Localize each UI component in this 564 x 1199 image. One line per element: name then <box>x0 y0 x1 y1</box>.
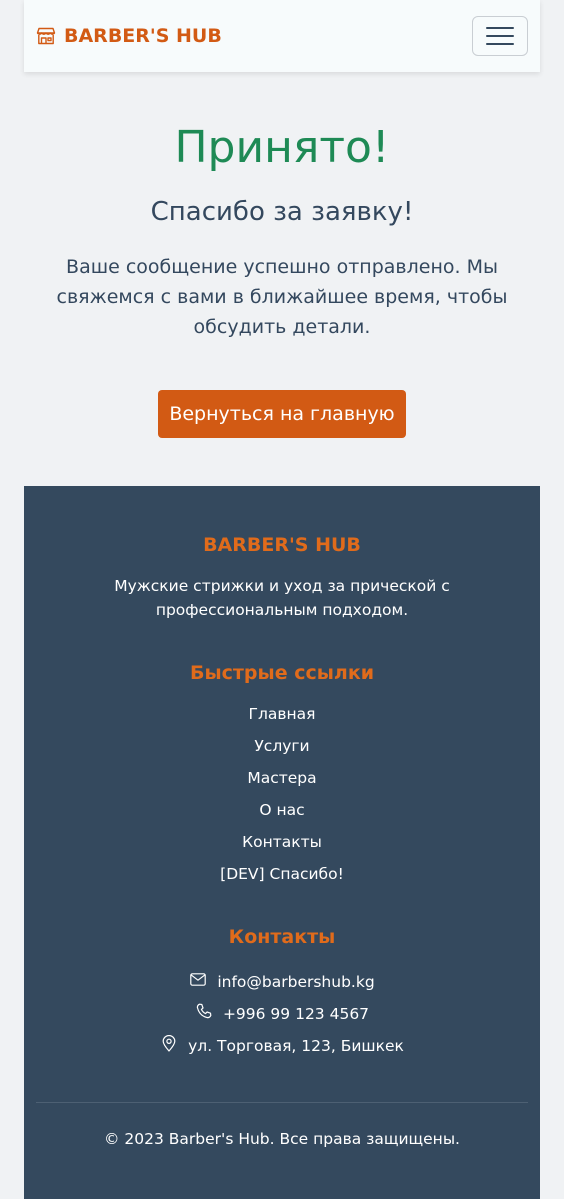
brand-name: BARBER'S HUB <box>64 25 222 47</box>
thanks-subtitle: Спасибо за заявку! <box>150 197 414 227</box>
footer-brand: BARBER'S HUB <box>203 534 361 556</box>
map-pin-icon <box>160 1031 178 1055</box>
navbar: BARBER'S HUB <box>24 0 540 72</box>
contact-email-text: info@barbershub.kg <box>217 973 375 991</box>
contact-address: ул. Торговая, 123, Бишкек <box>24 1030 540 1062</box>
footer-link-home[interactable]: Главная <box>249 705 316 723</box>
brand-link[interactable]: BARBER'S HUB <box>36 22 222 50</box>
shop-icon <box>36 26 64 46</box>
footer-link-contacts[interactable]: Контакты <box>242 833 322 851</box>
list-item: Услуги <box>24 734 540 766</box>
footer-link-masters[interactable]: Мастера <box>247 769 316 787</box>
contact-email: info@barbershub.kg <box>24 966 540 998</box>
quick-links-title: Быстрые ссылки <box>189 662 375 684</box>
list-item: Контакты <box>24 830 540 862</box>
confirmation-message: Ваше сообщение успешно отправлено. Мы св… <box>56 256 508 338</box>
footer-link-dev-thanks[interactable]: [DEV] Спасибо! <box>220 865 344 883</box>
list-item: О нас <box>24 798 540 830</box>
hamburger-icon <box>486 25 514 47</box>
quick-links-list: Главная Услуги Мастера О нас Контакты [D… <box>24 702 540 894</box>
list-item: Мастера <box>24 766 540 798</box>
copyright: © 2023 Barber's Hub. Все права защищены. <box>104 1130 460 1148</box>
footer-description: Мужские стрижки и уход за прической с пр… <box>114 577 450 619</box>
back-home-button[interactable]: Вернуться на главную <box>158 390 406 438</box>
footer: BARBER'S HUB Мужские стрижки и уход за п… <box>24 486 540 1199</box>
footer-link-about[interactable]: О нас <box>259 801 304 819</box>
list-item: Главная <box>24 702 540 734</box>
envelope-icon <box>189 967 207 991</box>
contact-phone: +996 99 123 4567 <box>24 998 540 1030</box>
contact-phone-text: +996 99 123 4567 <box>222 1005 370 1023</box>
contacts-title: Контакты <box>228 926 336 948</box>
contacts-list: info@barbershub.kg +996 99 123 4567 ул. … <box>24 966 540 1062</box>
phone-icon <box>195 999 213 1023</box>
contact-address-text: ул. Торговая, 123, Бишкек <box>188 1037 404 1055</box>
footer-link-services[interactable]: Услуги <box>254 737 309 755</box>
list-item: [DEV] Спасибо! <box>24 862 540 894</box>
success-title: Принято! <box>174 122 390 173</box>
menu-toggle-button[interactable] <box>472 16 528 56</box>
footer-divider <box>36 1102 528 1103</box>
